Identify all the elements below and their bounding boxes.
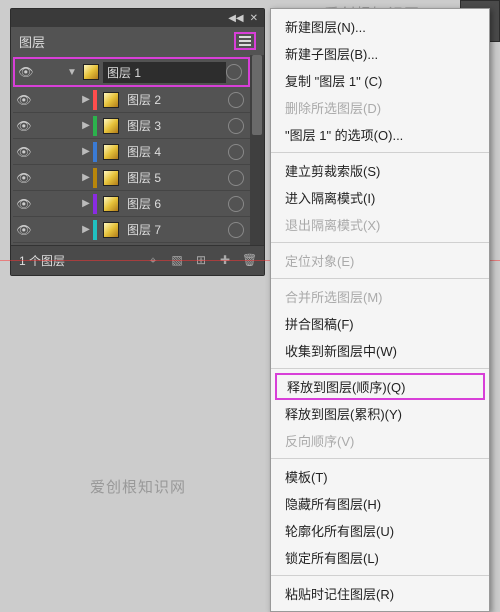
collapse-icon[interactable]: ◀◀ [228, 13, 243, 24]
expand-arrow-icon[interactable]: ▶ [79, 224, 93, 235]
menu-separator [271, 278, 489, 279]
target-icon[interactable] [228, 196, 244, 212]
layer-name[interactable]: 图层 2 [123, 91, 228, 108]
panel-header: 图层 [11, 27, 264, 55]
hamburger-icon [239, 36, 251, 46]
layer-thumbnail [103, 144, 119, 160]
panel-tabbar: ◀◀ ✕ [11, 9, 264, 27]
color-bar [93, 116, 97, 136]
expand-arrow-icon[interactable]: ▶ [79, 172, 93, 183]
visibility-toggle-icon[interactable]: 👁 [13, 119, 35, 133]
visibility-toggle-icon[interactable]: 👁 [13, 171, 35, 185]
menu-item[interactable]: 释放到图层(累积)(Y) [271, 400, 489, 427]
layer-name[interactable]: 图层 5 [123, 169, 228, 186]
panel-title: 图层 [19, 32, 45, 51]
layer-thumbnail [103, 118, 119, 134]
layer-name[interactable]: 图层 7 [123, 221, 228, 238]
target-icon[interactable] [228, 222, 244, 238]
target-icon[interactable] [228, 92, 244, 108]
layer-row[interactable]: 👁 ▶ 图层 5 [13, 165, 250, 191]
visibility-toggle-icon[interactable]: 👁 [13, 223, 35, 237]
menu-separator [271, 368, 489, 369]
menu-item: 合并所选图层(M) [271, 283, 489, 310]
layer-row[interactable]: 👁 ▶ 图层 2 [13, 87, 250, 113]
visibility-toggle-icon[interactable]: 👁 [13, 93, 35, 107]
menu-item[interactable]: 轮廓化所有图层(U) [271, 517, 489, 544]
menu-item[interactable]: 模板(T) [271, 463, 489, 490]
menu-item[interactable]: 锁定所有图层(L) [271, 544, 489, 571]
visibility-toggle-icon[interactable]: 👁 [15, 65, 37, 79]
expand-arrow-icon[interactable]: ▶ [79, 198, 93, 209]
layer-row[interactable]: 👁 ▶ 图层 7 [13, 217, 250, 243]
color-bar [93, 142, 97, 162]
color-bar [93, 194, 97, 214]
menu-separator [271, 575, 489, 576]
layer-thumbnail [103, 222, 119, 238]
menu-item[interactable]: 隐藏所有图层(H) [271, 490, 489, 517]
layer-name[interactable]: 图层 4 [123, 143, 228, 160]
context-menu: 新建图层(N)...新建子图层(B)...复制 "图层 1" (C)删除所选图层… [270, 8, 490, 612]
layer-name[interactable]: 图层 1 [103, 62, 226, 83]
layer-thumbnail [83, 64, 99, 80]
menu-item[interactable]: 新建图层(N)... [271, 13, 489, 40]
menu-item: 反向顺序(V) [271, 427, 489, 454]
menu-item[interactable]: 拼合图稿(F) [271, 310, 489, 337]
expand-arrow-icon[interactable]: ▼ [65, 67, 79, 78]
target-icon[interactable] [226, 64, 242, 80]
layer-row[interactable]: 👁 ▶ 图层 4 [13, 139, 250, 165]
menu-item[interactable]: 复制 "图层 1" (C) [271, 67, 489, 94]
menu-item[interactable]: "图层 1" 的选项(O)... [271, 121, 489, 148]
menu-item: 定位对象(E) [271, 247, 489, 274]
visibility-toggle-icon[interactable]: 👁 [13, 197, 35, 211]
layer-thumbnail [103, 92, 119, 108]
target-icon[interactable] [228, 144, 244, 160]
menu-separator [271, 242, 489, 243]
menu-item[interactable]: 建立剪裁索版(S) [271, 157, 489, 184]
expand-arrow-icon[interactable]: ▶ [79, 94, 93, 105]
expand-arrow-icon[interactable]: ▶ [79, 146, 93, 157]
color-bar [93, 220, 97, 240]
layers-panel: ◀◀ ✕ 图层 👁 ▼ 图层 1 👁 ▶ 图层 2 👁 ▶ 图层 3 👁 ▶ 图层 4 👁 ▶ 图层 5 👁 ▶… [10, 8, 265, 276]
visibility-toggle-icon[interactable]: 👁 [13, 145, 35, 159]
color-bar [93, 168, 97, 188]
menu-item[interactable]: 收集到新图层中(W) [271, 337, 489, 364]
color-bar [93, 90, 97, 110]
layer-row[interactable]: 👁 ▼ 图层 1 [13, 57, 250, 87]
layer-thumbnail [103, 196, 119, 212]
layer-name[interactable]: 图层 3 [123, 117, 228, 134]
menu-separator [271, 152, 489, 153]
menu-item[interactable]: 进入隔离模式(I) [271, 184, 489, 211]
menu-item[interactable]: 粘贴时记住图层(R) [271, 580, 489, 607]
expand-arrow-icon[interactable]: ▶ [79, 120, 93, 131]
layers-list: 👁 ▼ 图层 1 👁 ▶ 图层 2 👁 ▶ 图层 3 👁 ▶ 图层 4 👁 ▶ 图层 5 👁 ▶ 图层 6 👁 ▶ 图层… [11, 55, 264, 245]
target-icon[interactable] [228, 170, 244, 186]
close-panel-icon[interactable]: ✕ [250, 13, 258, 24]
menu-item[interactable]: 释放到图层(顺序)(Q) [275, 373, 485, 400]
menu-separator [271, 458, 489, 459]
layer-row[interactable]: 👁 ▶ 图层 6 [13, 191, 250, 217]
watermark-bottom: 爱创根知识网 [90, 476, 186, 497]
layer-thumbnail [103, 170, 119, 186]
scrollbar-thumb[interactable] [252, 55, 262, 135]
target-icon[interactable] [228, 118, 244, 134]
menu-item: 退出隔离模式(X) [271, 211, 489, 238]
menu-item: 删除所选图层(D) [271, 94, 489, 121]
menu-item[interactable]: 新建子图层(B)... [271, 40, 489, 67]
scrollbar[interactable] [250, 55, 264, 245]
layer-row[interactable]: 👁 ▶ 图层 3 [13, 113, 250, 139]
panel-menu-button[interactable] [234, 32, 256, 50]
layer-name[interactable]: 图层 6 [123, 195, 228, 212]
